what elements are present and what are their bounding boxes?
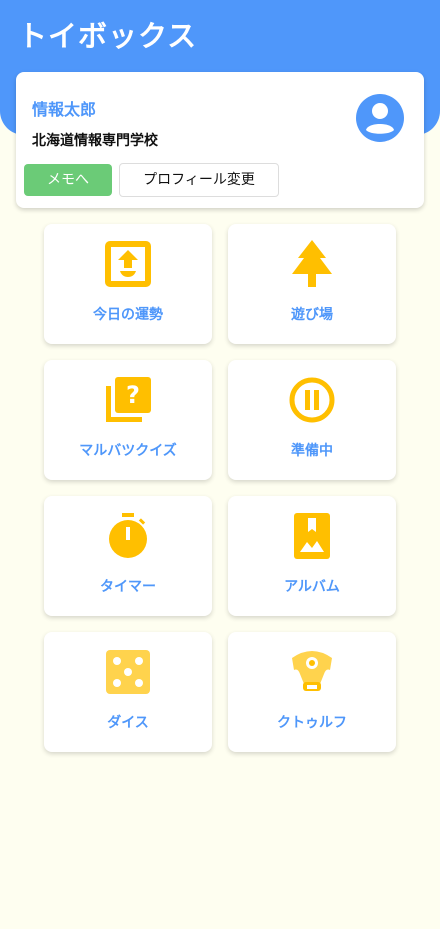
menu-label-album: アルバム	[284, 579, 340, 595]
menu-tile-cthulhu[interactable]: クトゥルフ	[228, 632, 396, 752]
profile-card: 情報太郎 北海道情報専門学校 メモへ プロフィール変更	[16, 72, 424, 208]
menu-tile-album[interactable]: アルバム	[228, 496, 396, 616]
timer-icon	[109, 513, 147, 558]
svg-text:?: ?	[126, 381, 140, 409]
user-name: 情報太郎	[32, 100, 97, 119]
album-icon	[294, 513, 330, 559]
edit-profile-button[interactable]: プロフィール変更	[119, 163, 279, 197]
menu-tile-coming-soon[interactable]: 準備中	[228, 360, 396, 480]
menu-label-cthulhu: クトゥルフ	[277, 715, 347, 731]
pause-icon	[289, 377, 335, 423]
menu-label-coming-soon: 準備中	[291, 443, 333, 459]
cthulhu-icon	[292, 651, 332, 691]
menu-label-timer: タイマー	[100, 579, 156, 595]
menu-tile-timer[interactable]: タイマー	[44, 496, 212, 616]
menu-tile-dice[interactable]: ダイス	[44, 632, 212, 752]
dice-icon	[106, 650, 150, 694]
menu-tile-fortune[interactable]: 今日の運勢	[44, 224, 212, 344]
menu-label-quiz: マルバツクイズ	[79, 443, 177, 459]
tree-icon	[292, 240, 332, 287]
fortune-inbox-icon	[105, 241, 151, 287]
memo-button[interactable]: メモへ	[24, 164, 112, 196]
menu-label-playground: 遊び場	[291, 307, 333, 323]
menu-label-fortune: 今日の運勢	[93, 307, 163, 323]
app-title: トイボックス	[18, 19, 198, 53]
school-name: 北海道情報専門学校	[32, 133, 158, 149]
quiz-icon: ?	[106, 377, 151, 422]
account-circle-icon[interactable]	[356, 94, 404, 142]
menu-tile-quiz[interactable]: ? マルバツクイズ	[44, 360, 212, 480]
menu-label-dice: ダイス	[107, 715, 149, 731]
menu-tile-playground[interactable]: 遊び場	[228, 224, 396, 344]
